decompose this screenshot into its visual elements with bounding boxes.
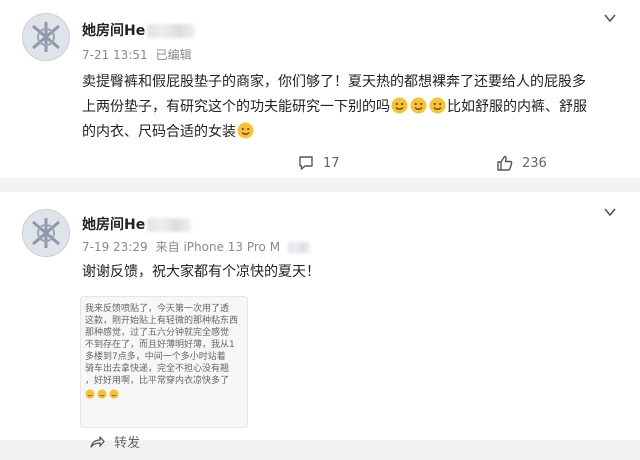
smile-emoji-icon	[237, 122, 254, 139]
thumbs-up-icon	[497, 155, 513, 171]
author-name[interactable]: 她房间He	[82, 20, 196, 40]
avatar-image	[23, 14, 69, 60]
comment-actions: 转发	[0, 430, 640, 460]
avatar-image	[23, 210, 69, 256]
chevron-down-icon[interactable]	[603, 205, 617, 219]
blurred-name	[147, 24, 196, 38]
share-label: 转发	[114, 436, 141, 451]
attached-image[interactable]: 我来反馈喷贴了，今天第一次用了透 这款，刚开始贴上有轻微的那种粘东西 那种感觉，…	[80, 296, 248, 428]
comment-text: 卖提臀裤和假屁股垫子的商家，你们够了！夏天热的都想裸奔了还要给人的屁股多 上两份…	[82, 70, 627, 145]
timestamp: 7-21 13:51	[82, 48, 148, 62]
comment-card: 她房间He 7-19 23:29 来自 iPhone 13 Pro M 谢谢反馈，…	[0, 192, 640, 451]
smile-emoji-icon	[391, 97, 408, 114]
smile-emoji-icon	[109, 389, 119, 399]
share-icon	[90, 435, 105, 448]
smile-emoji-icon	[97, 389, 107, 399]
chevron-down-icon[interactable]	[603, 11, 617, 25]
comment-line: 谢谢反馈，祝大家都有个凉快的夏天！	[82, 264, 320, 280]
comment-line: 的内衣、尺码合适的女装	[82, 120, 627, 145]
author-name-text: 她房间He	[82, 23, 146, 39]
source-label: 来自 iPhone 13 Pro M	[155, 240, 281, 254]
like-button[interactable]: 236	[496, 154, 547, 172]
smile-emoji-icon	[429, 97, 446, 114]
edited-label: 已编辑	[155, 48, 192, 62]
avatar[interactable]	[22, 13, 70, 61]
comment-icon	[299, 156, 313, 170]
blurred-name	[147, 218, 192, 232]
comment-meta: 7-21 13:51 已编辑	[82, 46, 200, 63]
smile-emoji-icon	[85, 389, 95, 399]
comment-count: 17	[323, 155, 340, 171]
like-count: 236	[522, 155, 547, 171]
comment-card: 她房间He 7-21 13:51 已编辑 卖提臀裤和假屁股垫子的商家，你们够了！夏…	[0, 0, 640, 178]
share-button[interactable]: 转发	[88, 432, 140, 451]
comment-line: 卖提臀裤和假屁股垫子的商家，你们够了！夏天热的都想裸奔了还要给人的屁股多	[82, 74, 586, 90]
comment-text: 谢谢反馈，祝大家都有个凉快的夏天！	[82, 260, 627, 285]
author-name[interactable]: 她房间He	[82, 214, 192, 234]
comment-button[interactable]: 17	[297, 154, 340, 172]
timestamp: 7-19 23:29	[82, 240, 148, 254]
emoji-row	[85, 389, 243, 399]
smile-emoji-icon	[410, 97, 427, 114]
author-name-text: 她房间He	[82, 217, 146, 233]
comment-actions: 17 236	[0, 148, 640, 178]
comment-line: 上两份垫子，有研究这个的功夫能研究一下别的吗 比如舒服的内裤、舒服	[82, 97, 587, 115]
image-text: 我来反馈喷贴了，今天第一次用了透 这款，刚开始贴上有轻微的那种粘东西 那种感觉，…	[85, 303, 243, 399]
blurred-source	[288, 242, 311, 253]
avatar[interactable]	[22, 209, 70, 257]
comment-meta: 7-19 23:29 来自 iPhone 13 Pro M	[82, 238, 318, 255]
